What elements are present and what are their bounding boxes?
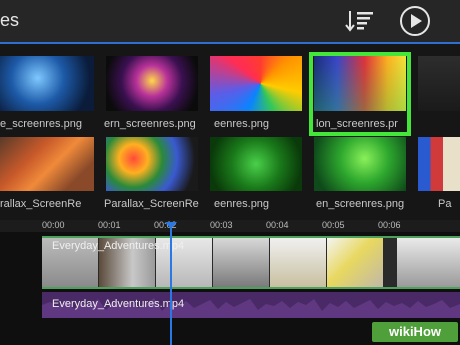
media-thumbnail[interactable] — [210, 56, 302, 111]
media-label: Pa — [438, 198, 452, 210]
ruler-tick: 00:05 — [322, 220, 345, 230]
audio-track[interactable]: Everyday_Adventures.mp4 — [42, 292, 460, 318]
ruler-tick: 00:00 — [42, 220, 65, 230]
media-label: lon_screenres.pr — [316, 118, 398, 130]
media-thumbnail[interactable] — [418, 137, 460, 191]
media-thumbnail[interactable] — [314, 137, 406, 191]
media-label: eenres.png — [214, 198, 270, 210]
play-icon[interactable] — [399, 5, 431, 37]
video-frame — [397, 238, 460, 287]
ruler-tick: 00:01 — [98, 220, 121, 230]
wikihow-watermark: wikiHow — [372, 322, 458, 342]
media-label: ern_screenres.png — [104, 118, 196, 130]
video-frame — [270, 238, 326, 287]
playhead-handle[interactable] — [165, 222, 177, 229]
top-bar: es — [0, 0, 460, 42]
media-label: Parallax_ScreenRe — [104, 198, 199, 210]
media-label: en_screenres.png — [316, 198, 405, 210]
video-frame — [213, 238, 269, 287]
ruler-tick: 00:03 — [210, 220, 233, 230]
media-thumbnail[interactable] — [0, 137, 94, 191]
media-thumbnail[interactable] — [210, 137, 302, 191]
media-thumbnail[interactable] — [418, 56, 460, 111]
ruler-tick: 00:04 — [266, 220, 289, 230]
audio-clip-name: Everyday_Adventures.mp4 — [52, 298, 185, 310]
video-frame — [327, 238, 383, 287]
sort-icon[interactable] — [343, 7, 377, 35]
media-label: rallax_ScreenRe — [0, 198, 82, 210]
media-thumbnail[interactable] — [106, 56, 198, 111]
media-label: e_screenres.png — [0, 118, 82, 130]
media-thumbnail[interactable] — [106, 137, 198, 191]
video-clip-name: Everyday_Adventures.mp4 — [52, 240, 185, 252]
ruler-tick: 00:06 — [378, 220, 401, 230]
folder-title: es — [0, 10, 20, 30]
media-label: eenres.png — [214, 118, 270, 130]
playhead[interactable] — [170, 222, 172, 345]
media-thumbnail[interactable] — [0, 56, 94, 111]
video-track[interactable]: Everyday_Adventures.mp4 — [42, 236, 460, 289]
